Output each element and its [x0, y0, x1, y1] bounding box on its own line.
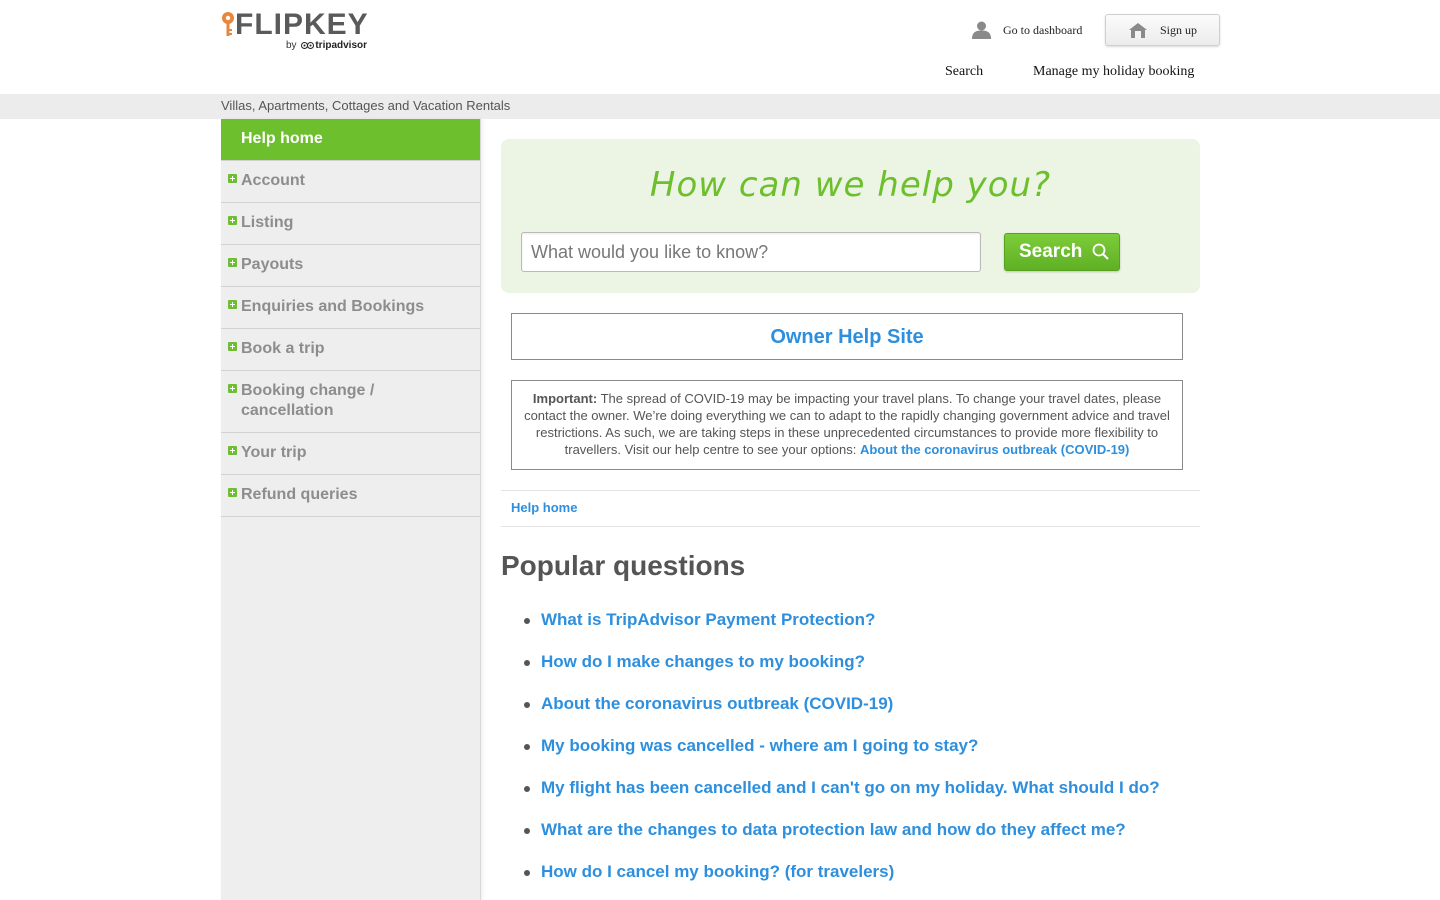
covid-notice: Important: The spread of COVID-19 may be…: [511, 380, 1183, 470]
byline-brand: tripadvisor: [315, 40, 368, 51]
help-headline: How can we help you?: [649, 165, 1052, 205]
notice-important-label: Important:: [532, 391, 598, 406]
byline-prefix: by: [286, 40, 297, 51]
popular-questions-list: What is TripAdvisor Payment Protection? …: [501, 603, 1200, 897]
sidebar-item-label: Your trip: [241, 444, 307, 461]
plus-icon: [228, 174, 237, 183]
sidebar-item-label: Book a trip: [241, 340, 325, 357]
dashboard-label: Go to dashboard: [1003, 22, 1083, 37]
question-link[interactable]: My flight has been cancelled and I can't…: [501, 771, 1200, 813]
owner-help-site-link[interactable]: Owner Help Site: [511, 313, 1183, 360]
plus-icon: [228, 342, 237, 351]
sidebar-item-booking-change[interactable]: Booking change / cancellation: [221, 371, 480, 433]
plus-icon: [228, 384, 237, 393]
sidebar-item-payouts[interactable]: Payouts: [221, 245, 480, 287]
key-icon: [222, 12, 234, 36]
breadcrumb-help-home[interactable]: Help home: [511, 500, 577, 515]
sidebar-item-label: Booking change / cancellation: [241, 382, 375, 419]
help-search-panel: How can we help you? Search: [501, 139, 1200, 293]
search-button-label: Search: [1019, 241, 1083, 262]
plus-icon: [228, 488, 237, 497]
nav-search-link[interactable]: Search: [945, 64, 983, 80]
sign-up-button[interactable]: Sign up: [1105, 14, 1220, 46]
sidebar-item-enquiries-bookings[interactable]: Enquiries and Bookings: [221, 287, 480, 329]
flipkey-logo[interactable]: FLIPKEY by tripadvisor: [221, 10, 391, 52]
signup-label: Sign up: [1160, 22, 1198, 37]
nav-manage-booking-link[interactable]: Manage my holiday booking: [1033, 64, 1194, 80]
popular-questions-title: Popular questions: [501, 550, 746, 581]
question-link[interactable]: How do I cancel my booking? (for travele…: [501, 855, 1200, 897]
plus-icon: [228, 258, 237, 267]
sidebar-item-label: Enquiries and Bookings: [241, 298, 425, 315]
question-link[interactable]: How do I make changes to my booking?: [501, 645, 1200, 687]
sidebar-item-label: Account: [241, 172, 305, 189]
user-icon: [972, 21, 991, 39]
go-to-dashboard-link[interactable]: Go to dashboard: [972, 18, 1082, 42]
sidebar-item-listing[interactable]: Listing: [221, 203, 480, 245]
help-search-button[interactable]: Search: [1004, 233, 1120, 271]
sidebar-item-account[interactable]: Account: [221, 161, 480, 203]
sidebar-item-help-home[interactable]: Help home: [221, 119, 480, 161]
help-search-input[interactable]: [521, 232, 981, 272]
question-link[interactable]: My booking was cancelled - where am I go…: [501, 729, 1200, 771]
help-sidebar: Help home Account Listing Payouts Enquir…: [221, 119, 481, 900]
magnifier-icon: [1092, 243, 1110, 260]
plus-icon: [228, 446, 237, 455]
tagline-text: Villas, Apartments, Cottages and Vacatio…: [221, 98, 511, 113]
covid-outbreak-link[interactable]: About the coronavirus outbreak (COVID-19…: [860, 442, 1129, 457]
question-link[interactable]: About the coronavirus outbreak (COVID-19…: [501, 687, 1200, 729]
question-link[interactable]: What are the changes to data protection …: [501, 813, 1200, 855]
plus-icon: [228, 216, 237, 225]
breadcrumb: Help home: [501, 490, 1200, 527]
sidebar-item-label: Payouts: [241, 256, 304, 273]
logo-wordmark: FLIPKEY: [221, 10, 369, 40]
logo-text: FLIPKEY: [235, 8, 369, 41]
tagline-bar: Villas, Apartments, Cottages and Vacatio…: [0, 94, 1440, 119]
sidebar-item-your-trip[interactable]: Your trip: [221, 433, 480, 475]
house-icon: [1129, 22, 1147, 38]
sidebar-item-book-a-trip[interactable]: Book a trip: [221, 329, 480, 371]
tripadvisor-owl-icon: [301, 41, 315, 49]
logo-byline: by tripadvisor: [286, 40, 367, 51]
sidebar-item-label: Refund queries: [241, 486, 358, 503]
sidebar-item-label: Listing: [241, 214, 294, 231]
question-link[interactable]: What is TripAdvisor Payment Protection?: [501, 603, 1200, 645]
sidebar-item-refund-queries[interactable]: Refund queries: [221, 475, 480, 517]
site-header: FLIPKEY by tripadvisor Go to dashboard S…: [0, 0, 1440, 94]
plus-icon: [228, 300, 237, 309]
